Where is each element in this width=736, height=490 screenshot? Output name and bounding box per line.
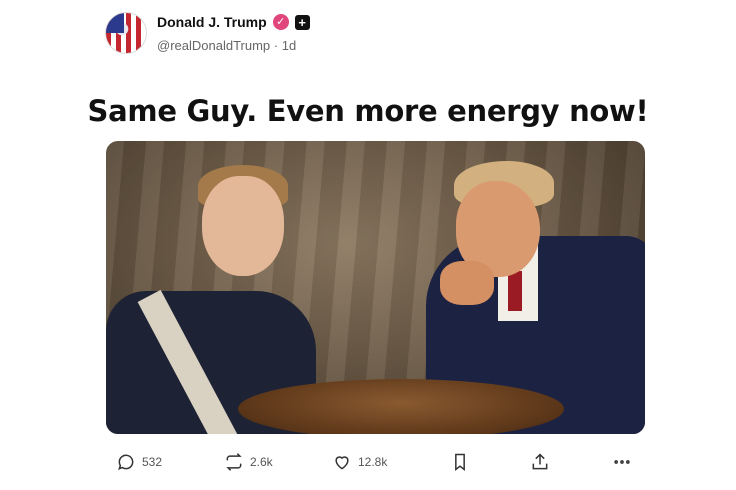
- bookmark-button[interactable]: [450, 452, 470, 472]
- post-header: Donald J. Trump ✓ + @realDonaldTrump · 1…: [105, 12, 645, 56]
- heart-icon: [335, 456, 349, 470]
- repost-count: 2.6k: [250, 455, 273, 469]
- more-button[interactable]: [612, 452, 632, 472]
- plus-icon[interactable]: +: [294, 14, 310, 30]
- author-name-row: Donald J. Trump ✓ +: [157, 14, 310, 30]
- share-button[interactable]: [530, 452, 550, 472]
- reply-button[interactable]: 532: [116, 452, 162, 472]
- post-time[interactable]: 1d: [282, 38, 296, 53]
- photo-face-left: [202, 176, 284, 276]
- like-button[interactable]: 12.8k: [332, 452, 387, 472]
- bookmark-icon: [455, 453, 465, 472]
- separator: ·: [273, 38, 279, 53]
- more-icon: [614, 460, 630, 464]
- post-photo[interactable]: [106, 141, 645, 434]
- verified-badge-icon: ✓: [272, 14, 289, 30]
- share-icon: [532, 453, 548, 470]
- author-handle[interactable]: @realDonaldTrump: [157, 38, 270, 53]
- reply-icon: [118, 454, 134, 470]
- repost-icon: [226, 453, 242, 471]
- like-count: 12.8k: [358, 455, 388, 469]
- photo-tie: [508, 271, 522, 311]
- action-bar: 532 2.6k 12.8k: [116, 452, 640, 476]
- photo-hands: [440, 261, 494, 305]
- reply-count: 532: [142, 455, 163, 469]
- author-name[interactable]: Donald J. Trump: [157, 14, 267, 30]
- post-text: Same Guy. Even more energy now!: [87, 94, 649, 128]
- author-handle-row: @realDonaldTrump · 1d: [157, 38, 296, 53]
- repost-button[interactable]: 2.6k: [224, 452, 273, 472]
- avatar[interactable]: [105, 12, 147, 54]
- photo-table: [238, 379, 564, 434]
